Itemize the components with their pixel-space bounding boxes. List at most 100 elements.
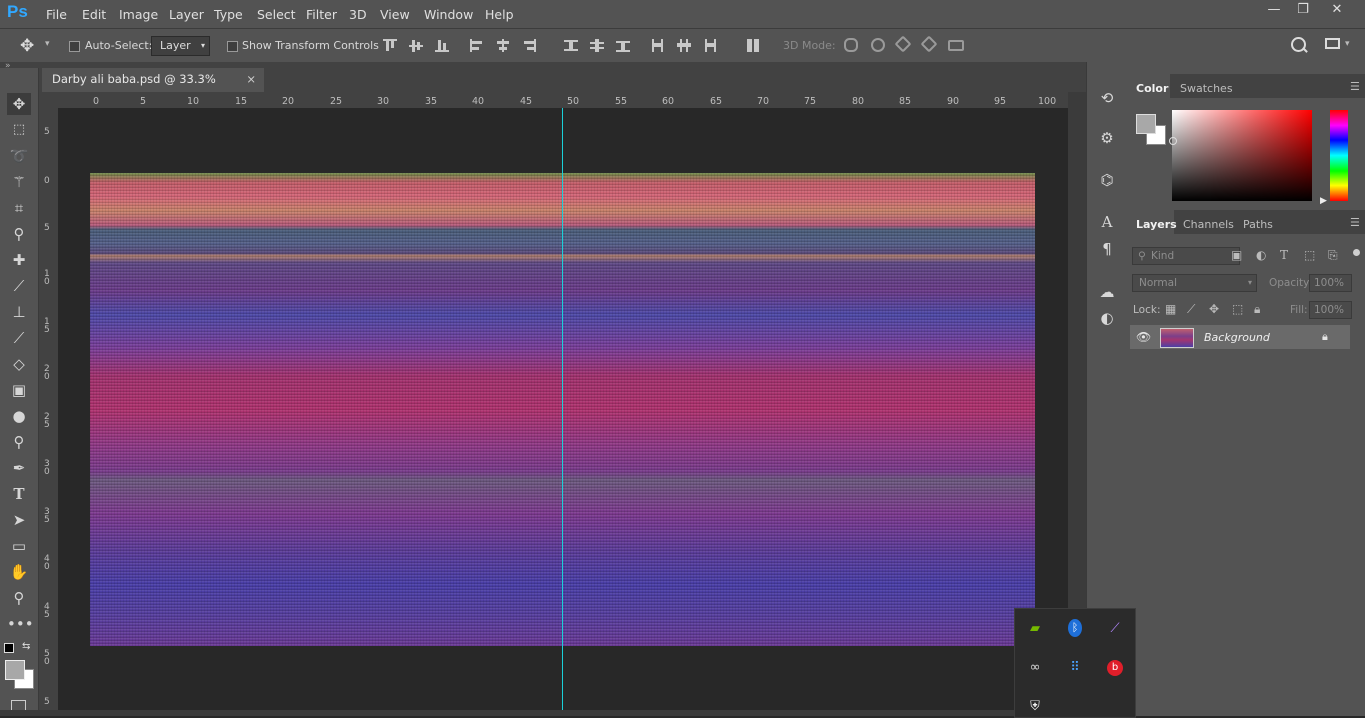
history-brush-tool-icon[interactable]: ⟋ [7, 327, 31, 349]
panel-menu-icon[interactable]: ☰ [1350, 216, 1360, 229]
fill-input[interactable]: 100% [1309, 301, 1352, 319]
tab-color[interactable]: Color [1136, 82, 1168, 95]
filter-shape-icon[interactable]: ⬚ [1304, 248, 1315, 262]
tool-preset-chevron-icon[interactable]: ▾ [45, 39, 50, 49]
history-panel-icon[interactable]: ⟲ [1097, 88, 1117, 108]
color-picker-handle[interactable] [1169, 137, 1177, 145]
distribute-bottom-icon[interactable] [616, 39, 630, 52]
align-left-icon[interactable] [470, 39, 484, 52]
blur-tool-icon[interactable]: ● [7, 405, 31, 427]
dots-icon[interactable]: ⠿ [1065, 658, 1085, 678]
filter-smart-object-icon[interactable]: ⎘ [1328, 248, 1338, 263]
close-tab-icon[interactable]: × [246, 68, 256, 90]
lock-transparent-icon[interactable]: ▦ [1165, 302, 1176, 316]
menu-help[interactable]: Help [485, 7, 514, 22]
layer-thumbnail[interactable] [1160, 328, 1194, 348]
auto-select-dropdown[interactable]: Layer ▾ [151, 36, 210, 56]
eyedropper-tool-icon[interactable]: ⚲ [7, 223, 31, 245]
beats-icon[interactable]: b [1107, 660, 1123, 676]
menu-edit[interactable]: Edit [82, 7, 106, 22]
tab-paths[interactable]: Paths [1243, 218, 1273, 231]
restore-button[interactable]: ❐ [1286, 0, 1320, 20]
adjustments-icon[interactable]: ◐ [1097, 308, 1117, 328]
filter-pixel-icon[interactable]: ▣ [1231, 248, 1242, 262]
filter-type-icon[interactable]: T [1280, 248, 1288, 262]
lock-pixels-icon[interactable]: ⟋ [1187, 302, 1195, 317]
magic-wand-tool-icon[interactable]: ⚚ [7, 171, 31, 193]
menu-layer[interactable]: Layer [169, 7, 204, 22]
menu-view[interactable]: View [380, 7, 410, 22]
kind-filter-dropdown[interactable]: ⚲ Kind [1132, 247, 1240, 265]
layer-name[interactable]: Background [1204, 331, 1270, 344]
nvidia-icon[interactable]: ▰ [1025, 619, 1045, 639]
distribute-hcenter-icon[interactable] [677, 39, 691, 52]
3d-slide-icon[interactable] [920, 35, 938, 53]
menu-select[interactable]: Select [257, 7, 296, 22]
guide-line[interactable] [562, 108, 563, 716]
hand-tool-icon[interactable]: ✋ [7, 561, 31, 583]
eraser-tool-icon[interactable]: ◇ [7, 353, 31, 375]
dodge-tool-icon[interactable]: ⚲ [7, 431, 31, 453]
filter-toggle-icon[interactable] [1353, 249, 1360, 256]
filter-adjustment-icon[interactable]: ◐ [1256, 248, 1266, 262]
workspace-icon[interactable] [1325, 38, 1340, 49]
foreground-color-swatch[interactable] [5, 660, 25, 680]
lock-all-icon[interactable]: 🔒︎ [1254, 302, 1260, 317]
menu-image[interactable]: Image [119, 7, 158, 22]
align-vcenter-icon[interactable] [409, 39, 423, 52]
align-right-icon[interactable] [522, 39, 536, 52]
distribute-left-icon[interactable] [651, 39, 665, 52]
hue-slider[interactable] [1330, 110, 1348, 201]
3d-scale-icon[interactable] [948, 40, 964, 51]
opacity-input[interactable]: 100% [1309, 274, 1352, 292]
swap-colors-icon[interactable]: ⇆ [22, 641, 30, 652]
distribute-top-icon[interactable] [564, 39, 578, 52]
default-colors-icon[interactable] [4, 643, 14, 653]
move-tool-icon[interactable]: ✥ [20, 36, 40, 56]
tab-swatches[interactable]: Swatches [1180, 82, 1233, 95]
gradient-tool-icon[interactable]: ▣ [7, 379, 31, 401]
document-tab[interactable]: Darby ali baba.psd @ 33.3% (RGB/8) × [42, 68, 264, 108]
libraries-icon[interactable]: ☁ [1097, 282, 1117, 302]
workspace-chevron-icon[interactable]: ▾ [1345, 39, 1350, 49]
lock-position-icon[interactable]: ✥ [1209, 302, 1219, 316]
3d-roll-icon[interactable] [871, 38, 885, 52]
properties-panel-icon[interactable]: ⚙ [1097, 128, 1117, 148]
menu-3d[interactable]: 3D [349, 7, 367, 22]
clone-stamp-tool-icon[interactable]: ⊥ [7, 301, 31, 323]
distribute-right-icon[interactable] [703, 39, 717, 52]
color-foreground-swatch[interactable] [1136, 114, 1156, 134]
lock-artboard-icon[interactable]: ⬚ [1232, 302, 1243, 316]
3d-orbit-icon[interactable] [844, 38, 858, 52]
auto-select-checkbox[interactable] [69, 41, 80, 52]
menu-type[interactable]: Type [214, 7, 243, 22]
move-tool-icon[interactable]: ✥ [7, 93, 31, 115]
pen-tool-icon[interactable]: ✒ [7, 457, 31, 479]
menu-file[interactable]: File [46, 7, 67, 22]
blend-mode-dropdown[interactable]: Normal ▾ [1132, 274, 1257, 292]
3d-pan-icon[interactable] [894, 35, 912, 53]
path-selection-tool-icon[interactable]: ➤ [7, 509, 31, 531]
bluetooth-icon[interactable]: ᛒ [1068, 619, 1082, 637]
brush-presets-icon[interactable]: ⌬ [1097, 170, 1117, 190]
tab-channels[interactable]: Channels [1183, 218, 1234, 231]
align-top-icon[interactable] [383, 39, 397, 52]
type-tool-icon[interactable]: T [7, 483, 31, 505]
panel-menu-icon[interactable]: ☰ [1350, 80, 1360, 93]
more-tools-icon[interactable]: ••• [7, 613, 34, 635]
crop-tool-icon[interactable]: ⌗ [7, 197, 31, 219]
align-hcenter-icon[interactable] [496, 39, 510, 52]
lasso-tool-icon[interactable]: ➰ [7, 145, 31, 167]
tab-layers[interactable]: Layers [1136, 218, 1177, 231]
feather-icon[interactable]: ⟋ [1105, 619, 1125, 639]
eye-icon[interactable]: 👁︎ [1136, 330, 1151, 344]
show-transform-checkbox[interactable] [227, 41, 238, 52]
shield-icon[interactable]: ⛨ [1025, 697, 1045, 717]
link-icon[interactable]: ∞ [1025, 658, 1045, 678]
hue-slider-handle[interactable]: ▶ [1320, 196, 1327, 206]
brush-tool-icon[interactable]: ⟋ [7, 275, 31, 297]
close-window-button[interactable]: ✕ [1320, 0, 1354, 20]
menu-filter[interactable]: Filter [306, 7, 337, 22]
auto-align-icon[interactable] [746, 39, 760, 52]
rectangle-tool-icon[interactable]: ▭ [7, 535, 31, 557]
